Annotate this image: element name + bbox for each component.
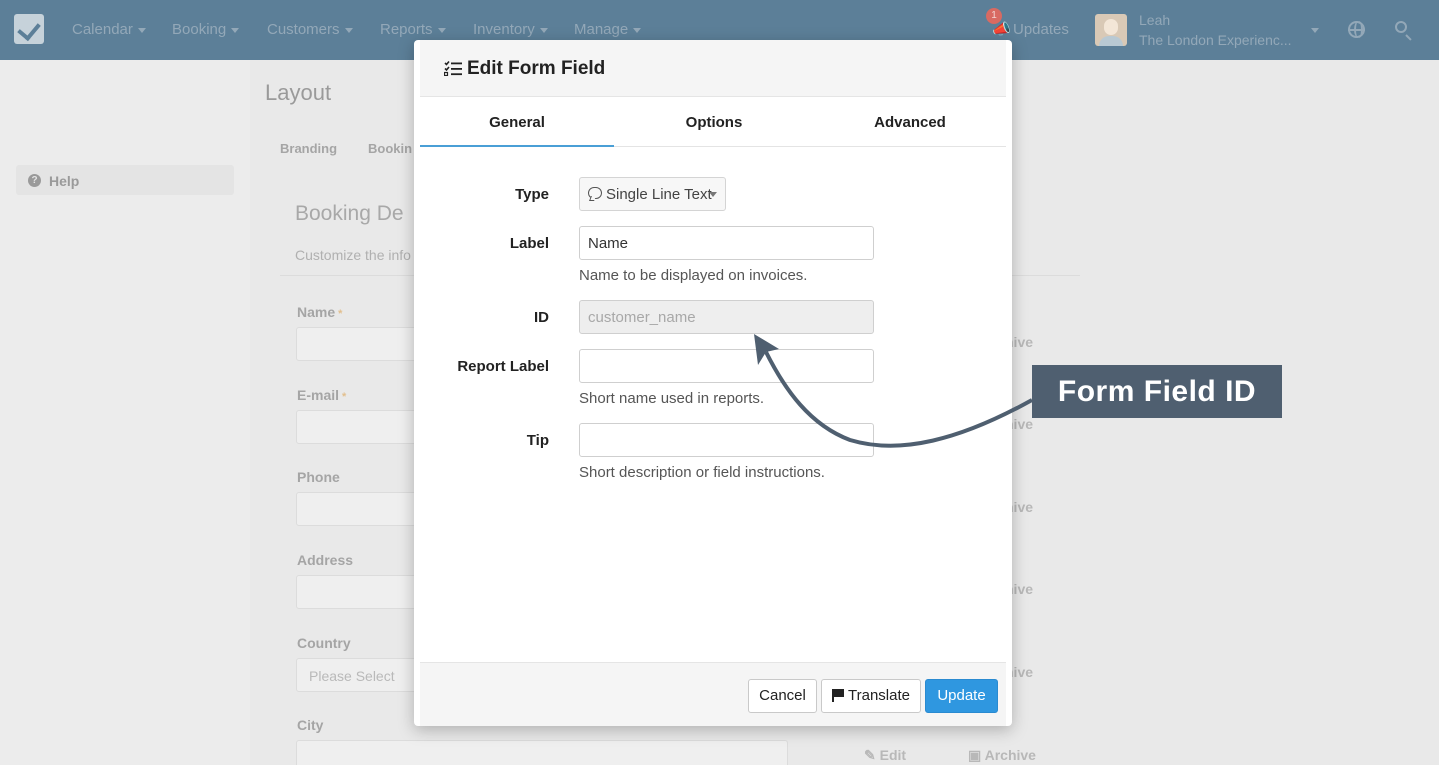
tab-advanced[interactable]: Advanced	[814, 97, 1006, 147]
report-label-label: Report Label	[457, 358, 549, 375]
user-menu-caret-icon[interactable]	[1311, 28, 1319, 33]
label-label: Label	[509, 235, 549, 252]
translate-button-label: Translate	[848, 687, 910, 704]
caret-down-icon	[539, 27, 548, 33]
country-select-value: Please Select	[309, 668, 395, 684]
question-circle-icon: ?	[28, 174, 41, 187]
tip-input[interactable]	[579, 423, 874, 457]
modal-title: Edit Form Field	[467, 58, 606, 79]
archive-box-icon: ▣	[968, 747, 982, 763]
country-select[interactable]: Please Select	[296, 658, 426, 692]
id-label: ID	[534, 309, 549, 326]
edit-form-field-modal: Edit Form Field General Options Advanced…	[414, 40, 1012, 726]
comment-icon	[588, 187, 602, 199]
caret-down-icon	[137, 27, 146, 33]
field-label-city: City	[297, 717, 324, 733]
nav-customers-label: Customers	[267, 21, 340, 38]
translate-button[interactable]: Translate	[821, 679, 921, 713]
tab-options[interactable]: Options	[614, 97, 814, 147]
caret-down-icon	[709, 192, 717, 197]
id-input	[579, 300, 874, 334]
label-help-text: Name to be displayed on invoices.	[579, 267, 808, 284]
required-star: *	[338, 308, 343, 320]
field-label-country: Country	[297, 635, 351, 651]
field-label-email: E-mail *	[297, 387, 346, 403]
avatar[interactable]	[1095, 14, 1127, 46]
edit-link[interactable]: ✎ Edit	[864, 747, 906, 764]
callout-label: Form Field ID	[1057, 375, 1257, 408]
nav-reports[interactable]: Reports	[380, 21, 446, 38]
globe-icon[interactable]	[1348, 21, 1365, 38]
modal-tabs: General Options Advanced	[420, 97, 1006, 147]
email-input[interactable]	[296, 410, 426, 444]
type-label: Type	[515, 186, 549, 203]
type-select[interactable]: Single Line Text	[579, 177, 726, 211]
archive-link[interactable]: ▣ Archive	[968, 747, 1036, 764]
caret-down-icon	[437, 27, 446, 33]
page-title: Layout	[265, 80, 332, 105]
nav-manage-label: Manage	[574, 21, 629, 38]
report-label-input[interactable]	[579, 349, 874, 383]
name-input[interactable]	[296, 327, 426, 361]
card-title: Booking De	[295, 202, 404, 225]
modal-footer: Cancel Translate Update	[420, 662, 1006, 726]
help-label: Help	[49, 173, 80, 189]
field-label-text: E-mail	[297, 387, 340, 403]
tip-label: Tip	[526, 432, 549, 449]
card-subtitle: Customize the info	[295, 247, 411, 263]
modal-header: Edit Form Field	[420, 40, 1006, 97]
search-icon[interactable]	[1395, 21, 1407, 33]
address-input[interactable]	[296, 575, 426, 609]
nav-manage[interactable]: Manage	[574, 21, 642, 38]
tab-booking[interactable]: Bookin	[368, 141, 412, 156]
update-button[interactable]: Update	[925, 679, 998, 713]
nav-booking-label: Booking	[172, 21, 227, 38]
field-label-text: Name	[297, 304, 336, 320]
nav-calendar-label: Calendar	[72, 21, 133, 38]
city-input[interactable]	[296, 740, 788, 765]
megaphone-icon[interactable]: 📣	[992, 20, 1011, 38]
field-label-name: Name *	[297, 304, 342, 320]
nav-booking[interactable]: Booking	[172, 21, 240, 38]
nav-customers[interactable]: Customers	[267, 21, 353, 38]
report-label-help-text: Short name used in reports.	[579, 390, 765, 407]
required-star: *	[342, 391, 347, 403]
updates-link[interactable]: Updates	[1013, 21, 1069, 38]
tab-branding[interactable]: Branding	[280, 141, 337, 156]
phone-input[interactable]	[296, 492, 426, 526]
nav-inventory-label: Inventory	[473, 21, 535, 38]
nav-calendar[interactable]: Calendar	[72, 21, 146, 38]
tab-general[interactable]: General	[420, 97, 614, 147]
flag-icon	[832, 689, 844, 702]
caret-down-icon	[344, 27, 353, 33]
tip-help-text: Short description or field instructions.	[579, 464, 825, 481]
checklist-icon	[444, 60, 462, 76]
field-label-address: Address	[297, 552, 354, 568]
field-label-phone: Phone	[297, 469, 340, 485]
pencil-icon: ✎	[864, 747, 876, 763]
type-select-value: Single Line Text	[606, 186, 712, 203]
nav-reports-label: Reports	[380, 21, 433, 38]
edit-label: Edit	[879, 747, 907, 763]
cancel-button[interactable]: Cancel	[748, 679, 817, 713]
callout-box: Form Field ID	[1032, 365, 1282, 418]
caret-down-icon	[633, 27, 642, 33]
user-name[interactable]: Leah	[1139, 12, 1170, 28]
caret-down-icon	[231, 27, 240, 33]
help-button[interactable]: ? Help	[16, 165, 234, 195]
app-logo-icon[interactable]	[14, 14, 44, 44]
nav-inventory[interactable]: Inventory	[473, 21, 548, 38]
label-input[interactable]	[579, 226, 874, 260]
archive-label: Archive	[984, 747, 1036, 763]
user-org[interactable]: The London Experienc...	[1139, 32, 1292, 48]
